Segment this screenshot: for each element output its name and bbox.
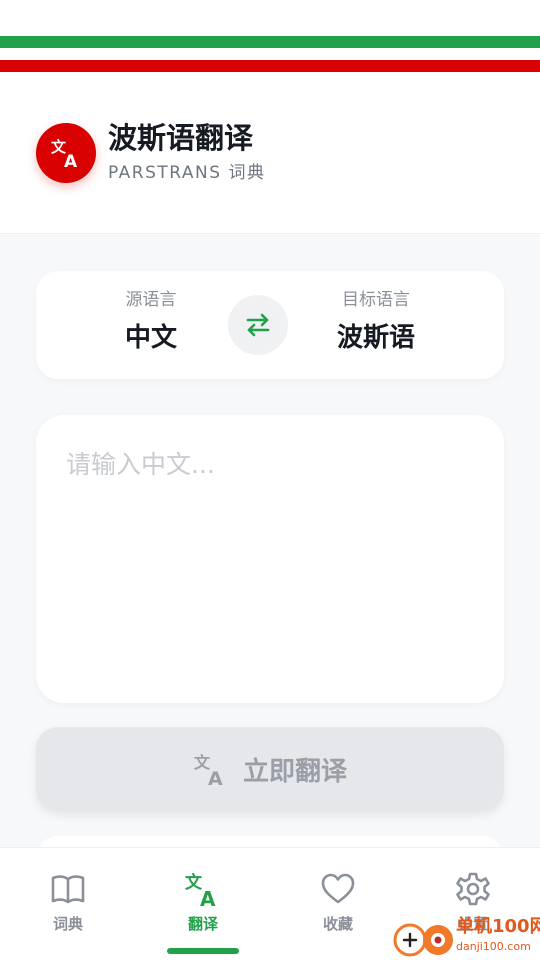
app-title: 波斯语翻译 (108, 121, 254, 155)
heart-icon (321, 873, 355, 904)
translate-icon: 文 A (194, 753, 223, 787)
source-language-value: 中文 (124, 323, 177, 353)
nav-label-dictionary: 词典 (52, 915, 83, 933)
svg-text:A: A (64, 152, 78, 170)
language-selector-card: 源语言 中文 目标语言 波斯语 (36, 271, 504, 379)
input-card (36, 415, 504, 703)
swap-arrows-icon (246, 313, 270, 337)
watermark: 单机100网 danji100.com (392, 916, 540, 960)
swap-languages-button[interactable] (228, 295, 288, 355)
gear-icon (456, 872, 490, 906)
svg-text:A: A (208, 768, 223, 787)
watermark-logo-icon (393, 923, 453, 957)
nav-item-favorites[interactable]: 收藏 (278, 870, 398, 934)
source-language-selector[interactable]: 源语言 中文 (71, 287, 231, 355)
translate-button[interactable]: 文 A 立即翻译 (36, 727, 504, 811)
flag-stripe-red (0, 60, 540, 72)
source-language-label: 源语言 (125, 290, 177, 310)
nav-item-translate[interactable]: 文 A 翻译 (143, 870, 263, 934)
watermark-url: danji100.com (456, 940, 531, 953)
target-language-selector[interactable]: 目标语言 波斯语 (296, 287, 456, 355)
svg-text:A: A (200, 887, 216, 908)
nav-label-translate: 翻译 (187, 915, 218, 933)
nav-label-favorites: 收藏 (322, 915, 353, 933)
target-language-label: 目标语言 (342, 290, 410, 310)
translate-icon: 文 A (185, 872, 216, 908)
translator-screen: 文 A 波斯语翻译 PARSTRANS 词典 源语言 中文 目标语言 波斯语 文… (0, 0, 540, 960)
translate-icon: 文 A (51, 138, 78, 170)
source-text-input[interactable] (66, 447, 474, 677)
translate-button-label: 立即翻译 (242, 756, 347, 787)
app-header: 文 A 波斯语翻译 PARSTRANS 词典 (0, 0, 540, 234)
app-logo: 文 A (36, 123, 96, 183)
active-tab-indicator (167, 948, 239, 954)
watermark-text: 单机100网 (456, 916, 540, 937)
target-language-value: 波斯语 (336, 323, 415, 353)
book-icon (51, 875, 85, 904)
nav-item-dictionary[interactable]: 词典 (8, 870, 128, 934)
app-subtitle: PARSTRANS 词典 (108, 163, 266, 183)
flag-stripe-green (0, 36, 540, 48)
